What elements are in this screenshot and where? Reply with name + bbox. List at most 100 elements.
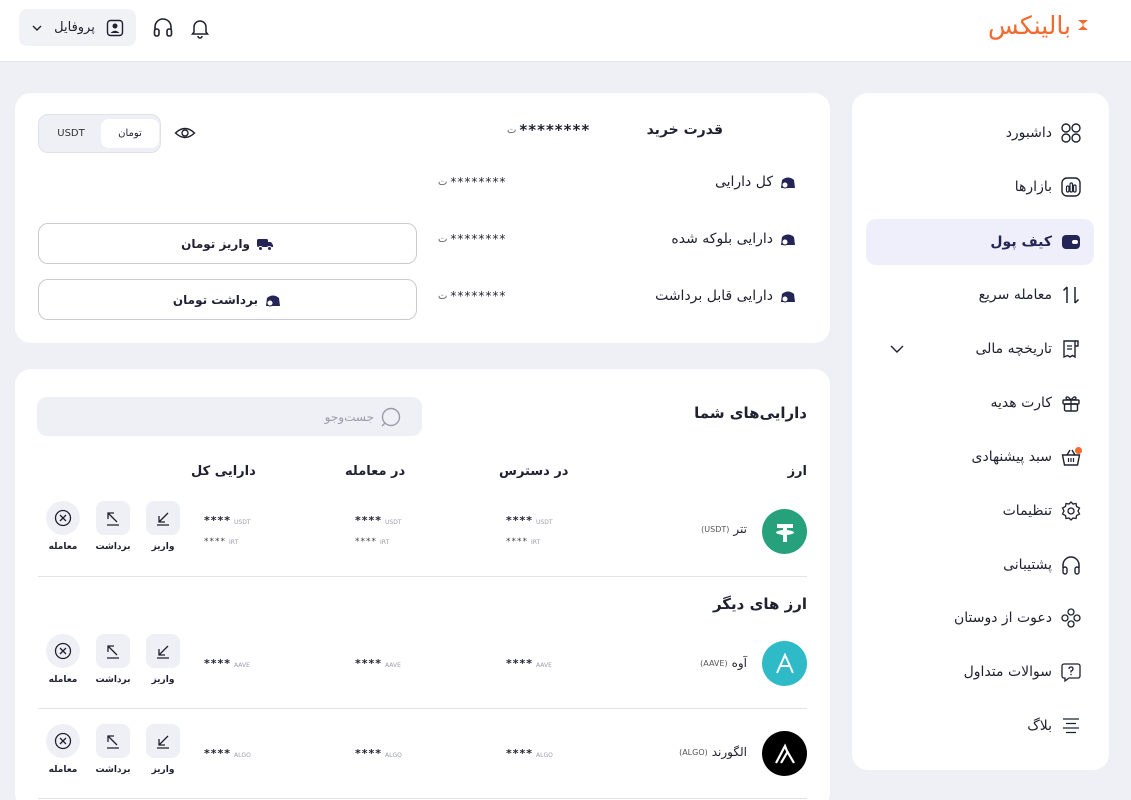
column-header-coin: ارز — [787, 464, 807, 479]
question-icon — [1060, 661, 1082, 683]
coin-symbol: (USDT) — [701, 524, 730, 534]
sidebar-item-quick-trade[interactable]: معامله سریع — [866, 272, 1094, 318]
sidebar-item-support[interactable]: پشتیبانی — [866, 542, 1094, 588]
profile-icon — [106, 19, 124, 36]
trade-action-button[interactable]: معامله — [43, 501, 83, 552]
withdraw-action-label: برداشت — [95, 675, 131, 685]
deposit-icon — [146, 634, 180, 668]
withdraw-action-button[interactable]: برداشت — [93, 724, 133, 775]
sidebar-item-gift-card[interactable]: کارت هدیه — [866, 380, 1094, 426]
total-value: **** USDT — [204, 514, 251, 527]
brand-logo[interactable]: بالینکس — [988, 10, 1091, 40]
buying-power-label: قدرت خرید — [646, 122, 723, 138]
chevron-down-icon — [32, 25, 42, 31]
blog-icon — [1060, 715, 1082, 737]
sidebar-item-label: پشتیبانی — [1003, 557, 1052, 573]
deposit-action-button[interactable]: واریز — [143, 724, 183, 775]
sidebar-item-faq[interactable]: سوالات متداول — [866, 649, 1094, 695]
total-value: **** AAVE — [204, 657, 250, 670]
assets-card: دارایی‌های شما ارز در دسترس در معامله دا… — [15, 369, 830, 800]
sidebar-item-suggested-basket[interactable]: سبد پیشنهادی — [866, 434, 1094, 480]
search-field[interactable] — [37, 397, 422, 436]
sidebar-item-invite-friends[interactable]: دعوت از دوستان — [866, 595, 1094, 641]
withdraw-action-button[interactable]: برداشت — [93, 634, 133, 685]
withdraw-action-label: برداشت — [95, 765, 131, 775]
sidebar-item-blog[interactable]: بلاگ — [866, 703, 1094, 749]
total-asset-label: کل دارایی — [714, 174, 773, 190]
row-divider — [38, 708, 807, 709]
deposit-action-button[interactable]: واریز — [143, 501, 183, 552]
eye-icon[interactable] — [174, 123, 196, 143]
blocked-asset-label: دارایی بلوکه شده — [671, 231, 773, 247]
bell-icon[interactable] — [188, 16, 212, 40]
blocked-asset-value: ت ******** — [438, 232, 506, 246]
toman-currency-icon: ت — [438, 233, 448, 245]
sidebar-item-markets[interactable]: بازارها — [866, 164, 1094, 210]
sidebar-item-financial-history[interactable]: تاریخچه مالی — [866, 326, 1094, 372]
trade-action-label: معامله — [48, 675, 78, 685]
withdraw-action-button[interactable]: برداشت — [93, 501, 133, 552]
money-bag-icon — [781, 234, 795, 246]
sidebar-item-label: تنظیمات — [1002, 503, 1052, 519]
currency-toggle[interactable]: USDT تومان — [38, 114, 161, 153]
search-icon — [381, 407, 401, 426]
sidebar-item-label: سبد پیشنهادی — [971, 449, 1053, 465]
sidebar: داشبورد بازارها کیف پول معامله سریع تاری… — [852, 93, 1109, 770]
headset-icon — [1060, 554, 1082, 576]
headset-icon[interactable] — [151, 16, 175, 40]
coin-name: (AAVE) آوه — [700, 656, 747, 670]
users-icon — [1060, 607, 1082, 629]
trade-action-button[interactable]: معامله — [43, 634, 83, 685]
available-sub-value: **** IRT — [506, 537, 541, 547]
available-value: **** ALGO — [506, 747, 553, 760]
in-trade-value: **** USDT — [355, 514, 402, 527]
sidebar-item-label: بلاگ — [1027, 718, 1052, 734]
tether-logo-icon — [762, 509, 807, 554]
assets-title: دارایی‌های شما — [694, 404, 807, 422]
toggle-toman[interactable]: تومان — [101, 119, 159, 148]
search-input[interactable] — [74, 409, 374, 424]
swap-icon — [1060, 284, 1082, 306]
sidebar-item-label: دعوت از دوستان — [953, 610, 1052, 626]
toman-currency-icon: ت — [438, 176, 448, 188]
gear-icon — [1060, 500, 1082, 522]
row-divider — [38, 576, 807, 577]
markets-icon — [1060, 176, 1082, 198]
column-header-available: در دسترس — [499, 464, 569, 479]
coin-symbol: (ALGO) — [679, 747, 708, 757]
top-bar: بالینکس پروفایل — [0, 0, 1131, 62]
trade-icon — [46, 724, 80, 758]
withdraw-icon — [96, 501, 130, 535]
coin-name: (ALGO) الگورند — [679, 745, 747, 759]
money-bag-icon — [781, 177, 795, 189]
money-bag-icon — [781, 291, 795, 303]
trade-icon — [46, 501, 80, 535]
chevron-down-icon[interactable] — [888, 340, 906, 358]
brand-mark-icon — [1078, 20, 1088, 30]
row-divider — [38, 798, 807, 799]
trade-action-button[interactable]: معامله — [43, 724, 83, 775]
available-value: **** USDT — [506, 514, 553, 527]
trade-action-label: معامله — [48, 765, 78, 775]
gift-icon — [1060, 392, 1082, 414]
aave-logo-icon — [762, 641, 807, 686]
total-asset-row: کل دارایی — [715, 173, 797, 191]
deposit-action-button[interactable]: واریز — [143, 634, 183, 685]
coin-title: تتر — [733, 522, 747, 536]
toggle-usdt[interactable]: USDT — [43, 119, 99, 148]
sidebar-item-label: کارت هدیه — [990, 395, 1052, 411]
sidebar-item-label: داشبورد — [1005, 125, 1052, 141]
withdraw-toman-button[interactable]: برداشت تومان — [38, 279, 417, 320]
sidebar-item-wallet[interactable]: کیف پول — [866, 219, 1094, 265]
deposit-truck-icon — [256, 238, 273, 251]
basket-icon — [1060, 446, 1082, 468]
coin-name: (USDT) تتر — [701, 522, 747, 536]
sidebar-item-settings[interactable]: تنظیمات — [866, 488, 1094, 534]
profile-menu-button[interactable]: پروفایل — [19, 9, 136, 46]
sidebar-item-dashboard[interactable]: داشبورد — [866, 110, 1094, 156]
blocked-asset-row: دارایی بلوکه شده — [671, 230, 797, 248]
deposit-toman-button[interactable]: واریز تومان — [38, 223, 417, 264]
sidebar-item-label: بازارها — [1014, 179, 1052, 195]
dashboard-icon — [1060, 122, 1082, 144]
withdraw-icon — [96, 724, 130, 758]
